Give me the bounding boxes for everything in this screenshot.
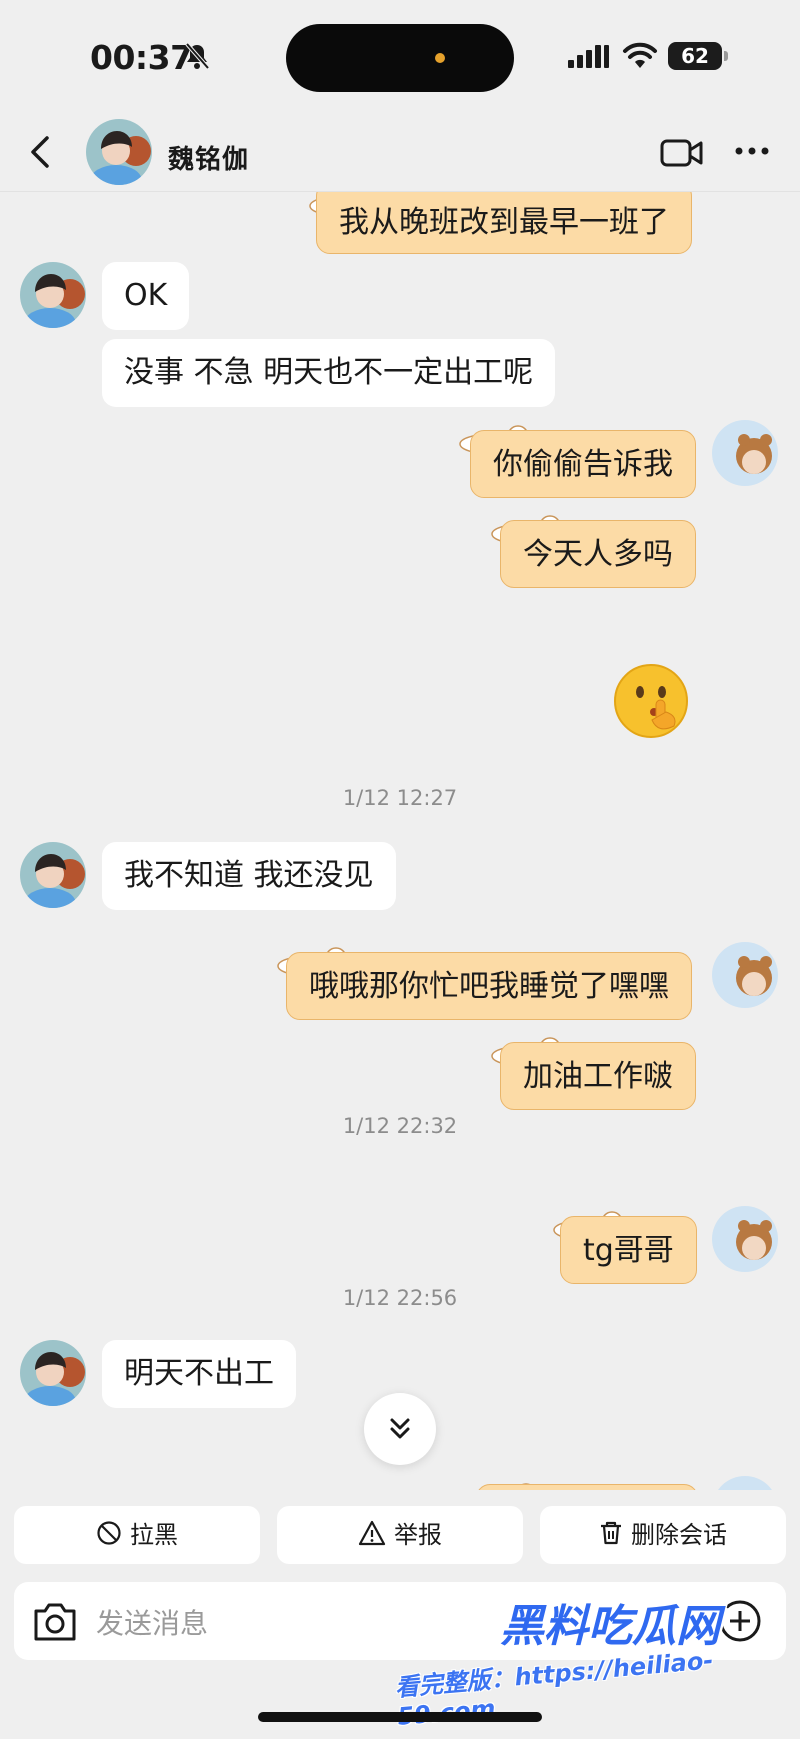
contact-avatar[interactable] [86,119,152,185]
my-avatar[interactable] [712,420,778,486]
my-avatar[interactable] [712,1206,778,1272]
scroll-to-bottom-button[interactable] [364,1393,436,1465]
chat-screen: 00:37 62 魏铭伽 我从晚班改到最早一班了 OK 没事 不急 明天也不一定… [0,0,800,1739]
avatar-image [86,119,152,185]
camera-indicator-icon [435,53,445,63]
status-bar: 00:37 62 [0,0,800,110]
message-bubble-outgoing[interactable]: 今天人多吗 [500,520,696,588]
message-bubble-incoming[interactable]: 明天不出工 [102,1340,296,1408]
avatar-image [20,1340,86,1406]
report-label: 举报 [394,1521,442,1549]
message-bubble-outgoing[interactable]: 我从晚班改到最早一班了 [316,192,692,254]
bell-muted-icon [185,42,210,70]
avatar-image [712,420,778,486]
avatar-image [20,262,86,328]
my-avatar[interactable] [712,1476,778,1490]
message-bubble-incoming[interactable]: 我不知道 我还没见 [102,842,396,910]
battery-cap [724,51,728,61]
message-bubble-incoming[interactable]: 没事 不急 明天也不一定出工呢 [102,339,556,407]
video-call-icon[interactable] [660,138,704,168]
dynamic-island [286,24,514,92]
message-timestamp: 1/12 22:32 [342,1114,458,1138]
message-bubble-outgoing[interactable]: tg哥哥 [560,1216,697,1284]
double-chevron-down-icon [390,1418,410,1439]
message-list[interactable]: 我从晚班改到最早一班了 OK 没事 不急 明天也不一定出工呢 你偷偷告诉我 今天… [0,192,800,1490]
wifi-icon [623,42,657,68]
chat-header: 魏铭伽 [0,110,800,192]
status-time: 00:37 [90,38,193,77]
avatar-image [712,1476,778,1490]
home-indicator [258,1712,542,1722]
contact-name: 魏铭伽 [168,145,250,175]
message-bubble-outgoing[interactable]: 加油工作啵 [500,1042,696,1110]
avatar-image [712,942,778,1008]
contact-avatar-small[interactable] [20,842,86,908]
camera-icon[interactable] [32,1599,78,1643]
block-button[interactable]: 拉黑 [14,1506,260,1564]
more-options-icon[interactable] [734,146,770,156]
avatar-image [712,1206,778,1272]
message-bubble-incoming[interactable]: OK [102,262,190,330]
message-timestamp: 1/12 12:27 [342,786,458,810]
message-input[interactable]: 发送消息 [96,1602,208,1642]
report-button[interactable]: 举报 [277,1506,523,1564]
avatar-image [20,842,86,908]
trash-icon [601,1521,621,1545]
delete-conversation-button[interactable]: 删除会话 [540,1506,786,1564]
conversation-actions: 拉黑 举报 删除会话 [0,1500,800,1570]
back-arrow-icon[interactable] [28,134,52,170]
message-timestamp: 1/12 22:56 [342,1286,458,1310]
warning-icon [358,1520,386,1546]
message-bubble-outgoing[interactable]: 哦哦那你忙吧我睡觉了嘿嘿 [286,952,692,1020]
my-avatar[interactable] [712,942,778,1008]
contact-avatar-small[interactable] [20,1340,86,1406]
block-icon [97,1521,121,1545]
battery-percent: 62 [681,44,709,68]
message-bubble-outgoing-partial[interactable] [476,1484,698,1490]
block-label: 拉黑 [130,1521,178,1549]
shushing-face-emoji[interactable] [612,662,690,740]
battery-indicator: 62 [668,42,722,70]
contact-avatar-small[interactable] [20,262,86,328]
cellular-signal-icon [568,45,609,68]
delete-label: 删除会话 [631,1521,727,1549]
message-bubble-outgoing[interactable]: 你偷偷告诉我 [470,430,696,498]
